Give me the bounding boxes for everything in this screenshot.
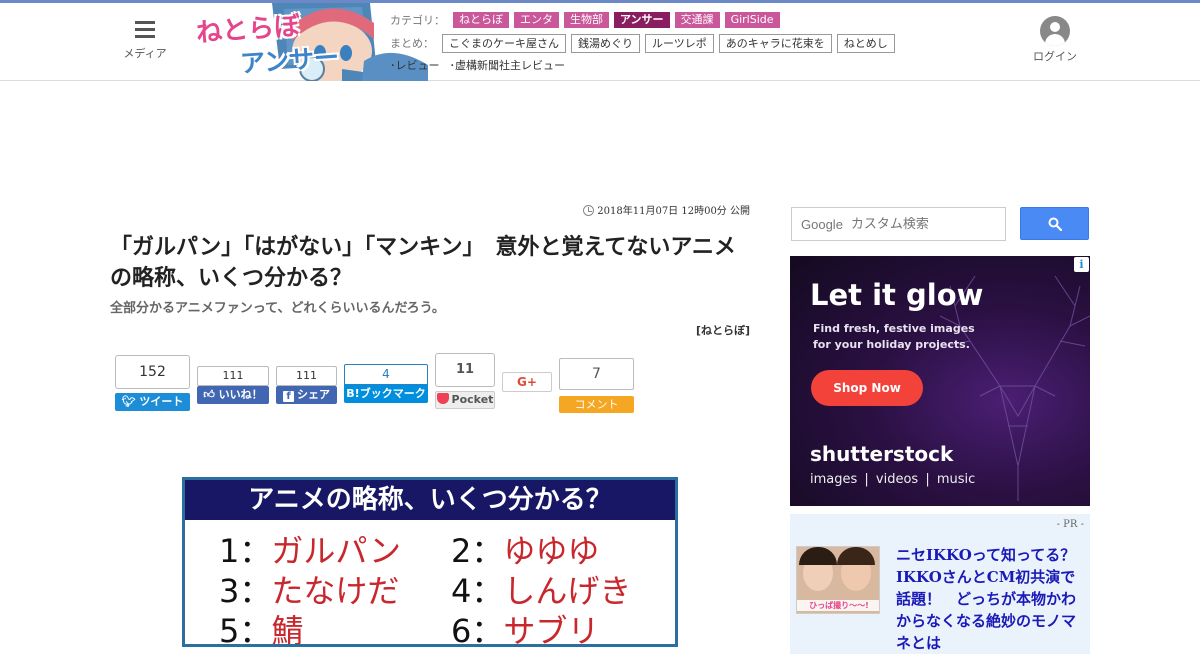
share-label: f シェア: [276, 386, 337, 404]
hatena-count: 4: [344, 364, 428, 385]
ad-links: images | videos | music: [810, 472, 976, 487]
facebook-icon: f: [283, 391, 294, 402]
pr-article-link[interactable]: ニセIKKOって知ってる？ IKKOさんとCM初共演で話題！ どっちが本物かわか…: [896, 544, 1090, 654]
category-tag-answer[interactable]: アンサー: [614, 12, 670, 28]
category-tag-seibutsubu[interactable]: 生物部: [564, 12, 609, 28]
category-tag-girlside[interactable]: GirlSide: [724, 12, 780, 28]
review-nav: ･レビュー ･虚構新聞社主レビュー: [390, 57, 565, 73]
custom-search-field[interactable]: Google: [791, 207, 1006, 241]
ad-subtext: Find fresh, festive images for your holi…: [813, 322, 975, 351]
search-icon: [1048, 217, 1062, 231]
matome-nav: まとめ： こぐまのケーキ屋さん 銭湯めぐり ルーツレポ あのキャラに花束を ねと…: [390, 33, 895, 53]
media-menu-button[interactable]: メディア: [118, 21, 172, 61]
pocket-count: 11: [435, 353, 495, 387]
review-link[interactable]: ･レビュー: [390, 57, 440, 73]
site-header: メディア ねとらぼ アンサー カテゴリ： ねとらぼ エンタ 生物部 アンサー 交…: [0, 3, 1200, 81]
pocket-icon: [436, 393, 449, 404]
comment-button[interactable]: 7 コメント: [559, 358, 634, 413]
google-logo: Google: [801, 216, 843, 232]
category-nav: カテゴリ： ねとらぼ エンタ 生物部 アンサー 交通課 GirlSide: [390, 11, 780, 29]
pr-thumbnail-caption: ひっぱ撮り〜〜!: [797, 600, 879, 611]
category-tag-koutsuka[interactable]: 交通課: [674, 12, 720, 28]
login-button[interactable]: ログイン: [1030, 16, 1080, 64]
matome-tag-netomeshi[interactable]: ねとめし: [836, 33, 895, 53]
matome-label: まとめ：: [390, 37, 434, 50]
facebook-share-button[interactable]: 111 f シェア: [276, 366, 337, 404]
category-label: カテゴリ：: [390, 14, 445, 27]
article-subtitle: 全部分かるアニメファンって、どれくらいいるんだろう。: [110, 301, 445, 316]
hatena-label: B!ブックマーク: [344, 385, 428, 403]
clock-icon: [583, 205, 595, 216]
hatena-bookmark-button[interactable]: 4 B!ブックマーク: [344, 364, 428, 403]
tweet-count: 152: [115, 355, 190, 389]
matome-tag-hanataba[interactable]: あのキャラに花束を: [718, 33, 832, 53]
user-avatar-icon: [1040, 16, 1070, 46]
pr-label: - PR -: [1056, 519, 1084, 530]
article-title: 「ガルパン」「はがない」「マンキン」 意外と覚えてないアニメの略称、いくつ分かる…: [110, 235, 736, 291]
shutterstock-ad[interactable]: i Let it glow Find fresh, festive images…: [790, 256, 1090, 506]
like-label: 👍︎ いいね！: [197, 386, 269, 404]
tweet-button[interactable]: 152 🐦︎ ツイート: [115, 355, 190, 411]
like-count: 111: [197, 366, 269, 386]
kyoko-review-link[interactable]: ･虚構新聞社主レビュー: [450, 57, 566, 73]
matome-tag-roots[interactable]: ルーツレポ: [645, 33, 714, 53]
category-tag-enta[interactable]: エンタ: [514, 12, 559, 28]
media-menu-label: メディア: [123, 47, 167, 60]
twitter-icon: 🐦︎: [121, 395, 140, 408]
login-label: ログイン: [1033, 50, 1077, 63]
facebook-like-button[interactable]: 111 👍︎ いいね！: [197, 366, 269, 404]
pocket-button[interactable]: 11 Pocket: [435, 353, 495, 409]
share-count: 111: [276, 366, 337, 386]
article-image: アニメの略称、いくつ分かる？ 1：ガルパン 2：ゆゆゆ 3：たなけだ 4：しんげ…: [182, 477, 678, 647]
logo-text-line2: アンサー: [239, 42, 341, 79]
article-source: [ねとらぼ]: [695, 324, 750, 337]
search-input[interactable]: [850, 216, 1001, 232]
thumbs-up-icon: 👍︎: [203, 388, 219, 401]
hamburger-icon: [135, 21, 155, 39]
tweet-label: 🐦︎ ツイート: [115, 393, 190, 411]
comment-count: 7: [559, 358, 634, 390]
matome-tag-koguma[interactable]: こぐまのケーキ屋さん: [442, 33, 566, 53]
publish-date-text: 2018年11月07日 12時00分 公開: [597, 206, 750, 217]
ad-brand: shutterstock: [810, 442, 954, 466]
quiz-item: 6：サブリ: [451, 612, 600, 647]
ad-shop-now-button[interactable]: Shop Now: [811, 370, 923, 406]
google-plus-button[interactable]: G+: [502, 372, 552, 392]
ad-headline: Let it glow: [810, 278, 984, 312]
image-banner: アニメの略称、いくつ分かる？: [185, 480, 675, 520]
google-plus-icon: G+: [502, 372, 552, 392]
publish-date: 2018年11月07日 12時00分 公開: [450, 202, 750, 217]
pr-thumbnail[interactable]: ひっぱ撮り〜〜!: [796, 546, 880, 614]
matome-tag-sento[interactable]: 銭湯めぐり: [571, 33, 640, 53]
comment-label: コメント: [559, 396, 634, 413]
search-button[interactable]: [1020, 207, 1089, 240]
ad-info-icon[interactable]: i: [1074, 257, 1089, 272]
quiz-item: 5：鯖: [219, 612, 304, 647]
category-tag-netorabo[interactable]: ねとらぼ: [453, 12, 509, 28]
pr-article-box: - PR - ひっぱ撮り〜〜! ニセIKKOって知ってる？ IKKOさんとCM初…: [790, 514, 1090, 654]
pocket-label: Pocket: [435, 391, 495, 409]
